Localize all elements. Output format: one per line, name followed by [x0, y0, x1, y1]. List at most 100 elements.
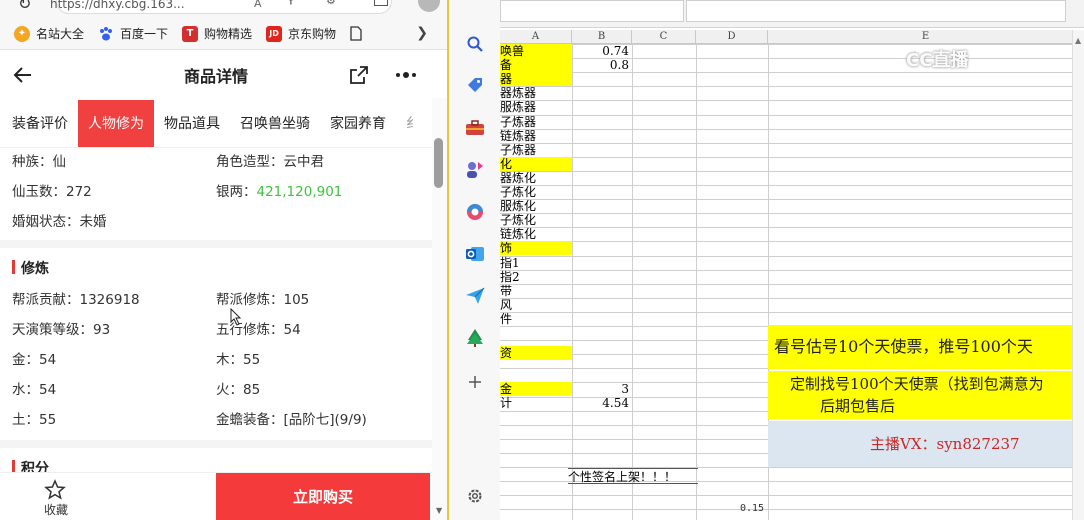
bookmark-page-icon[interactable]	[350, 26, 362, 41]
column-gridline	[572, 44, 573, 520]
bookmark-label: 购物精选	[204, 27, 253, 41]
tree-icon[interactable]	[463, 326, 487, 350]
column-header-row: ABCDE	[500, 30, 1084, 44]
cell-a[interactable]: 资	[500, 346, 572, 360]
cell-a[interactable]: 带	[500, 284, 572, 298]
cell-a[interactable]: 链炼化	[500, 227, 572, 241]
row-gridline	[500, 143, 1084, 144]
page-scrollbar[interactable]: ▼	[432, 98, 448, 520]
custom-banner[interactable]: 定制找号100个天使票（找到包满意为 后期包售后	[768, 371, 1084, 419]
outlook-icon[interactable]	[463, 242, 487, 266]
tab-equipment-review[interactable]: 装备评价	[0, 100, 78, 147]
bookmark-item[interactable]: T 购物精选	[182, 25, 252, 42]
cell-a[interactable]: 指1	[500, 256, 572, 270]
reader-mode-icon[interactable]: A	[254, 0, 262, 10]
cell-b[interactable]: 0.8	[572, 58, 632, 72]
baidu-paw-icon	[98, 26, 114, 42]
tab-items[interactable]: 物品道具	[154, 100, 230, 147]
jd-logo-icon: JD	[266, 25, 283, 42]
split-window-icon[interactable]	[374, 0, 388, 6]
chevron-right-icon[interactable]: ❯	[416, 25, 428, 41]
favorite-button[interactable]: 收藏	[0, 473, 112, 520]
cell-a[interactable]: 指2	[500, 270, 572, 284]
cell-a[interactable]: 金	[500, 382, 572, 396]
cell-a[interactable]: 子炼器	[500, 115, 572, 129]
more-icon[interactable]	[394, 64, 418, 86]
office-icon[interactable]	[463, 200, 487, 224]
cell-a[interactable]: 子炼化	[500, 213, 572, 227]
browser-sidebar	[448, 0, 500, 520]
cell-a[interactable]: 服炼器	[500, 100, 572, 114]
cell-a[interactable]: 饰	[500, 241, 572, 255]
cell-a[interactable]: 链炼器	[500, 129, 572, 143]
attribute-row: 水：54 火：85	[12, 382, 261, 398]
scroll-thumb[interactable]	[434, 138, 443, 188]
cell-a[interactable]: 件	[500, 312, 572, 326]
tab-home[interactable]: 家园养育	[320, 100, 396, 147]
cell-a[interactable]: 唤兽	[500, 44, 572, 58]
send-icon[interactable]	[463, 284, 487, 308]
column-c-header[interactable]: C	[632, 30, 696, 44]
bookmark-item[interactable]: JD 京东购物	[266, 25, 336, 42]
formula-bar[interactable]	[686, 0, 1066, 22]
tab-character-cultivation[interactable]: 人物修为	[78, 100, 154, 147]
cell-a[interactable]: 器炼器	[500, 86, 572, 100]
cell-b[interactable]: 3	[572, 382, 632, 396]
row-gridline	[500, 171, 1084, 172]
cell-a[interactable]: 子炼器	[500, 143, 572, 157]
cell-a[interactable]	[500, 360, 572, 374]
bookmark-item[interactable]: ✦ 名站大全	[14, 25, 84, 42]
section-title-cultivation: 修炼	[12, 258, 49, 278]
back-arrow-icon[interactable]	[12, 64, 34, 86]
search-icon[interactable]	[463, 32, 487, 56]
search-page-icon[interactable]: ⚲	[286, 0, 296, 7]
bookmark-item[interactable]: 百度一下	[98, 25, 168, 42]
buy-now-button[interactable]: 立即购买	[216, 473, 430, 520]
star-icon	[44, 479, 66, 500]
name-box[interactable]	[500, 0, 684, 22]
column-a-header[interactable]: A	[500, 30, 572, 44]
toolbox-icon[interactable]	[463, 116, 487, 140]
profile-avatar[interactable]	[418, 0, 440, 12]
attribute-row: 仙玉数：272 银两：421,120,901	[12, 184, 343, 200]
scroll-up-icon[interactable]: ▲	[1075, 36, 1081, 45]
sheet-scrollbar[interactable]: ▲	[1072, 30, 1084, 520]
row-gridline	[500, 157, 1084, 158]
screen: ABCDE 个性签名上架！！！ 0.15 看号估号10个天使票，推号100个天 …	[0, 0, 1084, 520]
marquee-cell[interactable]: 个性签名上架！！！	[568, 468, 698, 484]
watermark-logo: CC直播	[906, 50, 969, 71]
spreadsheet-window: ABCDE 个性签名上架！！！ 0.15 看号估号10个天使票，推号100个天 …	[500, 0, 1084, 520]
cell-a[interactable]: 风	[500, 298, 572, 312]
cell-a[interactable]: 器	[500, 72, 572, 86]
column-d-header[interactable]: D	[696, 30, 768, 44]
tab-pets-mounts[interactable]: 召唤兽坐骑	[230, 100, 320, 147]
cell-b[interactable]: 4.54	[572, 396, 632, 410]
tag-icon[interactable]	[463, 74, 487, 98]
scroll-down-icon[interactable]: ▼	[436, 506, 442, 515]
cell-a[interactable]	[500, 326, 572, 340]
small-value-cell[interactable]: 0.15	[740, 503, 764, 514]
tab-overflow[interactable]: 纟	[396, 100, 430, 147]
contact-cell[interactable]: 主播VX：syn827237	[768, 421, 1084, 467]
price-banner[interactable]: 看号估号10个天使票，推号100个天	[768, 325, 1084, 369]
column-b-header[interactable]: B	[572, 30, 632, 44]
cell-b[interactable]: 0.74	[572, 44, 632, 58]
bookmark-label: 百度一下	[120, 27, 169, 41]
column-e-header[interactable]: E	[768, 30, 1084, 44]
cell-a[interactable]: 子炼化	[500, 185, 572, 199]
silver-value: 421,120,901	[256, 184, 343, 200]
extension-icon[interactable]: ⚙	[326, 0, 336, 7]
url-text[interactable]: https://dhxy.cbg.163...	[50, 0, 185, 11]
share-icon[interactable]	[348, 64, 370, 86]
cell-a[interactable]: 服炼化	[500, 199, 572, 213]
reload-icon[interactable]: ↻	[18, 0, 31, 13]
add-icon[interactable]	[463, 370, 487, 394]
column-gridline	[632, 44, 633, 520]
row-gridline	[500, 256, 1084, 257]
cell-a[interactable]: 计	[500, 396, 572, 410]
settings-icon[interactable]	[463, 484, 487, 508]
cell-a[interactable]: 化	[500, 157, 572, 171]
cell-a[interactable]: 器炼化	[500, 171, 572, 185]
games-icon[interactable]	[463, 158, 487, 182]
cell-a[interactable]: 备	[500, 58, 572, 72]
